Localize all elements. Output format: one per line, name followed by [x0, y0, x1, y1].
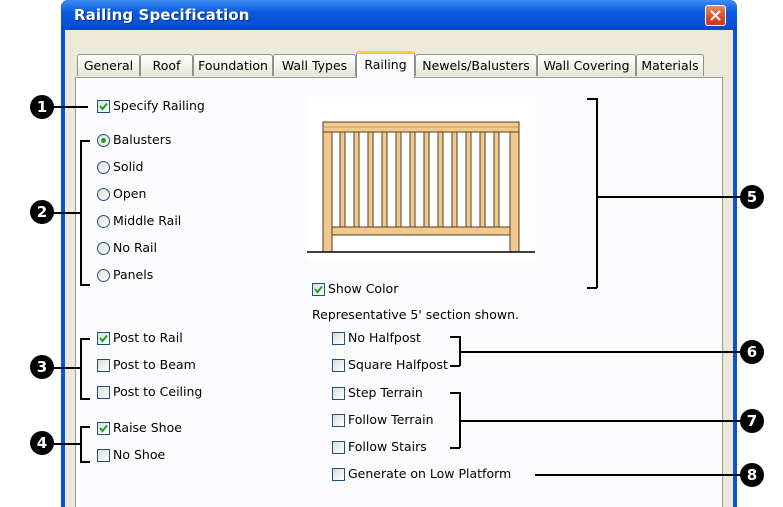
- low-platform-label: Generate on Low Platform: [348, 466, 512, 481]
- shoe-checkbox-raise-shoe[interactable]: [97, 422, 110, 435]
- railing-type-label: Solid: [113, 159, 144, 174]
- halfpost-label: No Halfpost: [348, 330, 421, 345]
- railing-type-radio-solid[interactable]: [97, 161, 110, 174]
- dialog-client-area: General Roof Foundation Wall Types Railing Ne…: [65, 30, 733, 507]
- tab-wall-types[interactable]: Wall Types: [273, 54, 356, 76]
- callout-3-bracket: [80, 338, 82, 399]
- railing-type-radio-middle-rail[interactable]: [97, 215, 110, 228]
- terrain-label: Step Terrain: [348, 385, 423, 400]
- terrain-checkbox-follow-terrain[interactable]: [332, 414, 345, 427]
- check-icon: [99, 424, 108, 433]
- show-color-label: Show Color: [328, 281, 399, 296]
- post-checkbox-post-to-rail[interactable]: [97, 332, 110, 345]
- specify-railing-checkbox[interactable]: [97, 100, 110, 113]
- shoe-label: Raise Shoe: [113, 420, 182, 435]
- check-icon: [99, 334, 108, 343]
- post-label: Post to Beam: [113, 357, 196, 372]
- terrain-label: Follow Stairs: [348, 439, 427, 454]
- callout-6: 6: [740, 340, 764, 364]
- callout-8-line: [535, 474, 740, 476]
- tab-wall-covering[interactable]: Wall Covering: [537, 54, 636, 76]
- shoe-label: No Shoe: [113, 447, 166, 462]
- railing-type-label: No Rail: [113, 240, 157, 255]
- railing-preview-image: [307, 97, 535, 260]
- railing-type-label: Middle Rail: [113, 213, 182, 228]
- railing-type-radio-balusters[interactable]: [97, 134, 110, 147]
- callout-1: 1: [30, 95, 54, 119]
- tab-foundation[interactable]: Foundation: [193, 54, 273, 76]
- railing-type-label: Panels: [113, 267, 154, 282]
- terrain-checkbox-follow-stairs[interactable]: [332, 441, 345, 454]
- post-label: Post to Ceiling: [113, 384, 203, 399]
- callout-5-bracket: [596, 98, 598, 288]
- show-color-checkbox[interactable]: [312, 283, 325, 296]
- halfpost-checkbox-no-halfpost[interactable]: [332, 332, 345, 345]
- close-button[interactable]: [705, 5, 726, 26]
- window-title: Railing Specification: [74, 6, 250, 24]
- tab-materials[interactable]: Materials: [636, 54, 704, 76]
- railing-tab-panel: Specify Railing Balusters Solid Open Middle…: [75, 77, 723, 507]
- dialog-window: Railing Specification General Roof Foundat…: [61, 0, 737, 507]
- halfpost-checkbox-square-halfpost[interactable]: [332, 359, 345, 372]
- callout-2: 2: [30, 200, 54, 224]
- callout-4: 4: [30, 431, 54, 455]
- railing-type-radio-no-rail[interactable]: [97, 242, 110, 255]
- tab-roof[interactable]: Roof: [140, 54, 193, 76]
- post-checkbox-post-to-beam[interactable]: [97, 359, 110, 372]
- low-platform-checkbox[interactable]: [332, 468, 345, 481]
- tab-general[interactable]: General: [77, 54, 140, 76]
- check-icon: [99, 102, 108, 111]
- close-icon: [710, 10, 721, 21]
- callout-3: 3: [30, 355, 54, 379]
- callout-7: 7: [740, 409, 764, 433]
- tab-newels-balusters[interactable]: Newels/Balusters: [415, 54, 537, 76]
- post-checkbox-post-to-ceiling[interactable]: [97, 386, 110, 399]
- terrain-label: Follow Terrain: [348, 412, 434, 427]
- railing-type-radio-panels[interactable]: [97, 269, 110, 282]
- railing-type-label: Balusters: [113, 132, 172, 147]
- railing-type-label: Open: [113, 186, 147, 201]
- callout-5: 5: [740, 185, 764, 209]
- check-icon: [314, 285, 323, 294]
- post-label: Post to Rail: [113, 330, 183, 345]
- halfpost-label: Square Halfpost: [348, 357, 448, 372]
- tab-railing[interactable]: Railing: [356, 51, 415, 78]
- terrain-checkbox-step-terrain[interactable]: [332, 387, 345, 400]
- callout-8: 8: [740, 463, 764, 487]
- shoe-checkbox-no-shoe[interactable]: [97, 449, 110, 462]
- railing-type-radio-open[interactable]: [97, 188, 110, 201]
- specify-railing-label: Specify Railing: [113, 98, 205, 113]
- title-bar[interactable]: Railing Specification: [61, 0, 737, 30]
- preview-note: Representative 5' section shown.: [312, 307, 519, 322]
